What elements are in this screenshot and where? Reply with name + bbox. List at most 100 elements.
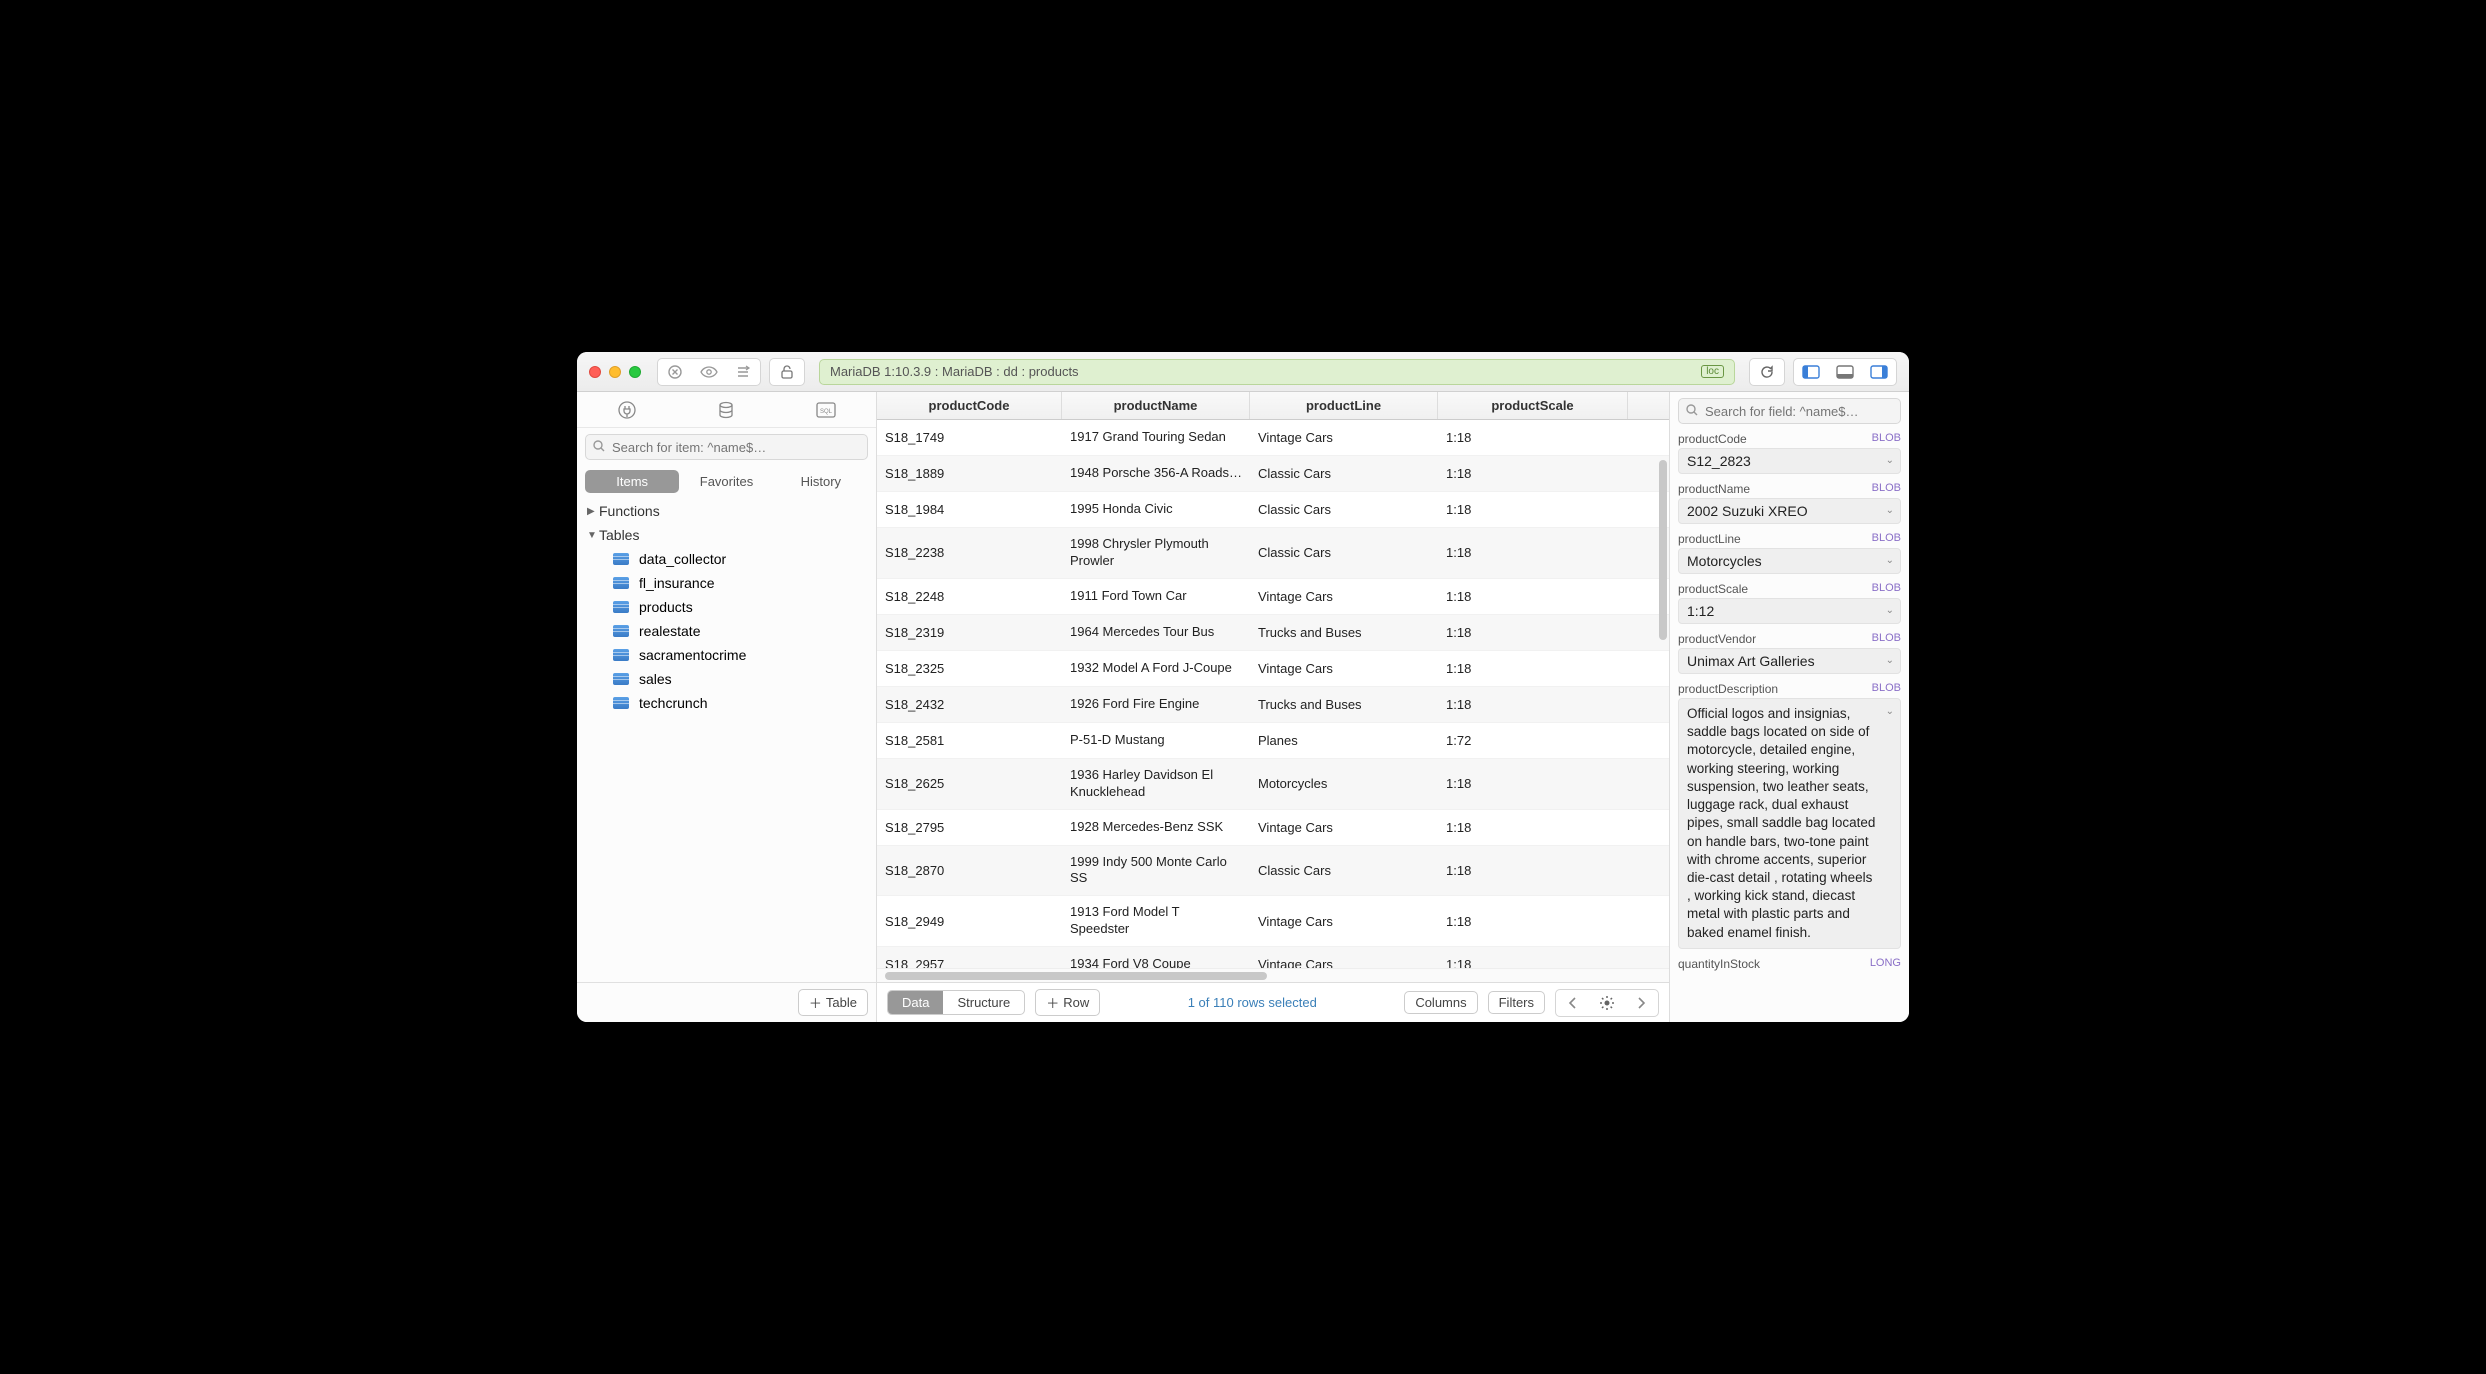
breadcrumb[interactable]: MariaDB 1:10.3.9 : MariaDB : dd : produc… [819,359,1735,385]
table-row[interactable]: S18_26251936 Harley Davidson El Knuckleh… [877,759,1669,810]
cell: S18_2581 [877,723,1062,758]
lock-icon[interactable] [771,360,803,384]
close-window-button[interactable] [589,366,601,378]
seg-items[interactable]: Items [585,470,679,493]
tree-tables[interactable]: ▼Tables [577,523,876,547]
field-value-text: Motorcycles [1687,553,1762,569]
table-item[interactable]: products [577,595,876,619]
field-value[interactable]: Official logos and insignias, saddle bag… [1678,698,1901,949]
table-row[interactable]: S18_18891948 Porsche 356-A Roads…Classic… [877,456,1669,492]
field-value[interactable]: 2002 Suzuki XREO ⌄ [1678,498,1901,524]
plus-icon: ＋ [1046,993,1059,1012]
cell: S18_2957 [877,947,1062,968]
tree-tables-label: Tables [599,527,639,543]
cell: S18_2625 [877,759,1062,809]
cell: 1:18 [1438,810,1628,845]
field-header: quantityInStock LONG [1678,957,1901,971]
table-row[interactable]: S18_17491917 Grand Touring SedanVintage … [877,420,1669,456]
add-table-button[interactable]: ＋Table [798,989,868,1016]
table-row[interactable]: S18_29571934 Ford V8 CoupeVintage Cars1:… [877,947,1669,968]
cell: Motorcycles [1250,759,1438,809]
cell: 1:18 [1438,528,1628,578]
left-panel-icon[interactable] [1795,360,1827,384]
minimize-window-button[interactable] [609,366,621,378]
table-row[interactable]: S18_29491913 Ford Model T SpeedsterVinta… [877,896,1669,947]
table-row[interactable]: S18_27951928 Mercedes-Benz SSKVintage Ca… [877,810,1669,846]
field-value[interactable]: Unimax Art Galleries ⌄ [1678,648,1901,674]
col-productscale[interactable]: productScale [1438,392,1628,419]
table-item[interactable]: data_collector [577,547,876,571]
table-row[interactable]: S18_2581P-51-D MustangPlanes1:72 [877,723,1669,759]
columns-button[interactable]: Columns [1404,991,1477,1014]
zoom-window-button[interactable] [629,366,641,378]
cell: S18_1984 [877,492,1062,527]
field-name: productScale [1678,582,1748,596]
field-header: productCode BLOB [1678,432,1901,446]
field-value[interactable]: 1:12 ⌄ [1678,598,1901,624]
seg-favorites[interactable]: Favorites [679,470,773,493]
table-row[interactable]: S18_23251932 Model A Ford J-CoupeVintage… [877,651,1669,687]
database-icon[interactable] [716,400,736,420]
refresh-icon[interactable] [1751,360,1783,384]
field-value-text: Unimax Art Galleries [1687,653,1815,669]
field-value-text: 1:12 [1687,603,1714,619]
filters-button[interactable]: Filters [1488,991,1545,1014]
table-row[interactable]: S18_23191964 Mercedes Tour BusTrucks and… [877,615,1669,651]
inspector-search-input[interactable] [1678,398,1901,424]
col-productcode[interactable]: productCode [877,392,1062,419]
cell: 1:18 [1438,615,1628,650]
cell: S18_1749 [877,420,1062,455]
field-value-text: Official logos and insignias, saddle bag… [1687,706,1875,940]
right-panel-icon[interactable] [1863,360,1895,384]
status-text: 1 of 110 rows selected [1188,995,1317,1010]
table-row[interactable]: S18_22381998 Chrysler Plymouth ProwlerCl… [877,528,1669,579]
horizontal-scrollbar-thumb[interactable] [885,972,1267,980]
cancel-icon[interactable] [659,360,691,384]
next-icon[interactable] [1625,991,1657,1015]
field-productscale: productScale BLOB 1:12 ⌄ [1670,580,1909,630]
field-type: BLOB [1872,532,1901,546]
field-name: productName [1678,482,1750,496]
cell: Classic Cars [1250,528,1438,578]
sql-icon[interactable]: SQL [815,401,837,419]
plug-icon[interactable] [617,400,637,420]
cell: 1934 Ford V8 Coupe [1062,947,1250,968]
eye-icon[interactable] [693,360,725,384]
lines-icon[interactable] [727,360,759,384]
vertical-scrollbar[interactable] [1659,460,1667,640]
cell: 1995 Honda Civic [1062,492,1250,527]
field-value[interactable]: S12_2823 ⌄ [1678,448,1901,474]
table-item[interactable]: techcrunch [577,691,876,715]
cell: 1:18 [1438,846,1628,896]
cell: S18_1889 [877,456,1062,491]
cell: S18_2795 [877,810,1062,845]
seg-data[interactable]: Data [888,991,943,1014]
table-item[interactable]: sacramentocrime [577,643,876,667]
sidebar-mode-tabs: SQL [577,392,876,428]
table-row[interactable]: S18_24321926 Ford Fire EngineTrucks and … [877,687,1669,723]
table-row[interactable]: S18_22481911 Ford Town CarVintage Cars1:… [877,579,1669,615]
table-item[interactable]: sales [577,667,876,691]
tree-functions[interactable]: ▶Functions [577,499,876,523]
seg-history[interactable]: History [774,470,868,493]
cell: 1:18 [1438,687,1628,722]
col-productname[interactable]: productName [1062,392,1250,419]
field-name: productCode [1678,432,1747,446]
col-productline[interactable]: productLine [1250,392,1438,419]
table-row[interactable]: S18_19841995 Honda CivicClassic Cars1:18 [877,492,1669,528]
prev-icon[interactable] [1557,991,1589,1015]
sidebar-search-input[interactable] [585,434,868,460]
cell: Classic Cars [1250,846,1438,896]
field-value[interactable]: Motorcycles ⌄ [1678,548,1901,574]
grid-body[interactable]: S18_17491917 Grand Touring SedanVintage … [877,420,1669,968]
seg-structure[interactable]: Structure [943,991,1024,1014]
table-item[interactable]: fl_insurance [577,571,876,595]
cell: Planes [1250,723,1438,758]
table-row[interactable]: S18_28701999 Indy 500 Monte Carlo SSClas… [877,846,1669,897]
add-row-button[interactable]: ＋Row [1035,989,1100,1016]
horizontal-scrollbar-track[interactable] [877,968,1669,982]
bottom-panel-icon[interactable] [1829,360,1861,384]
gear-icon[interactable] [1591,991,1623,1015]
cell: 1999 Indy 500 Monte Carlo SS [1062,846,1250,896]
table-item[interactable]: realestate [577,619,876,643]
